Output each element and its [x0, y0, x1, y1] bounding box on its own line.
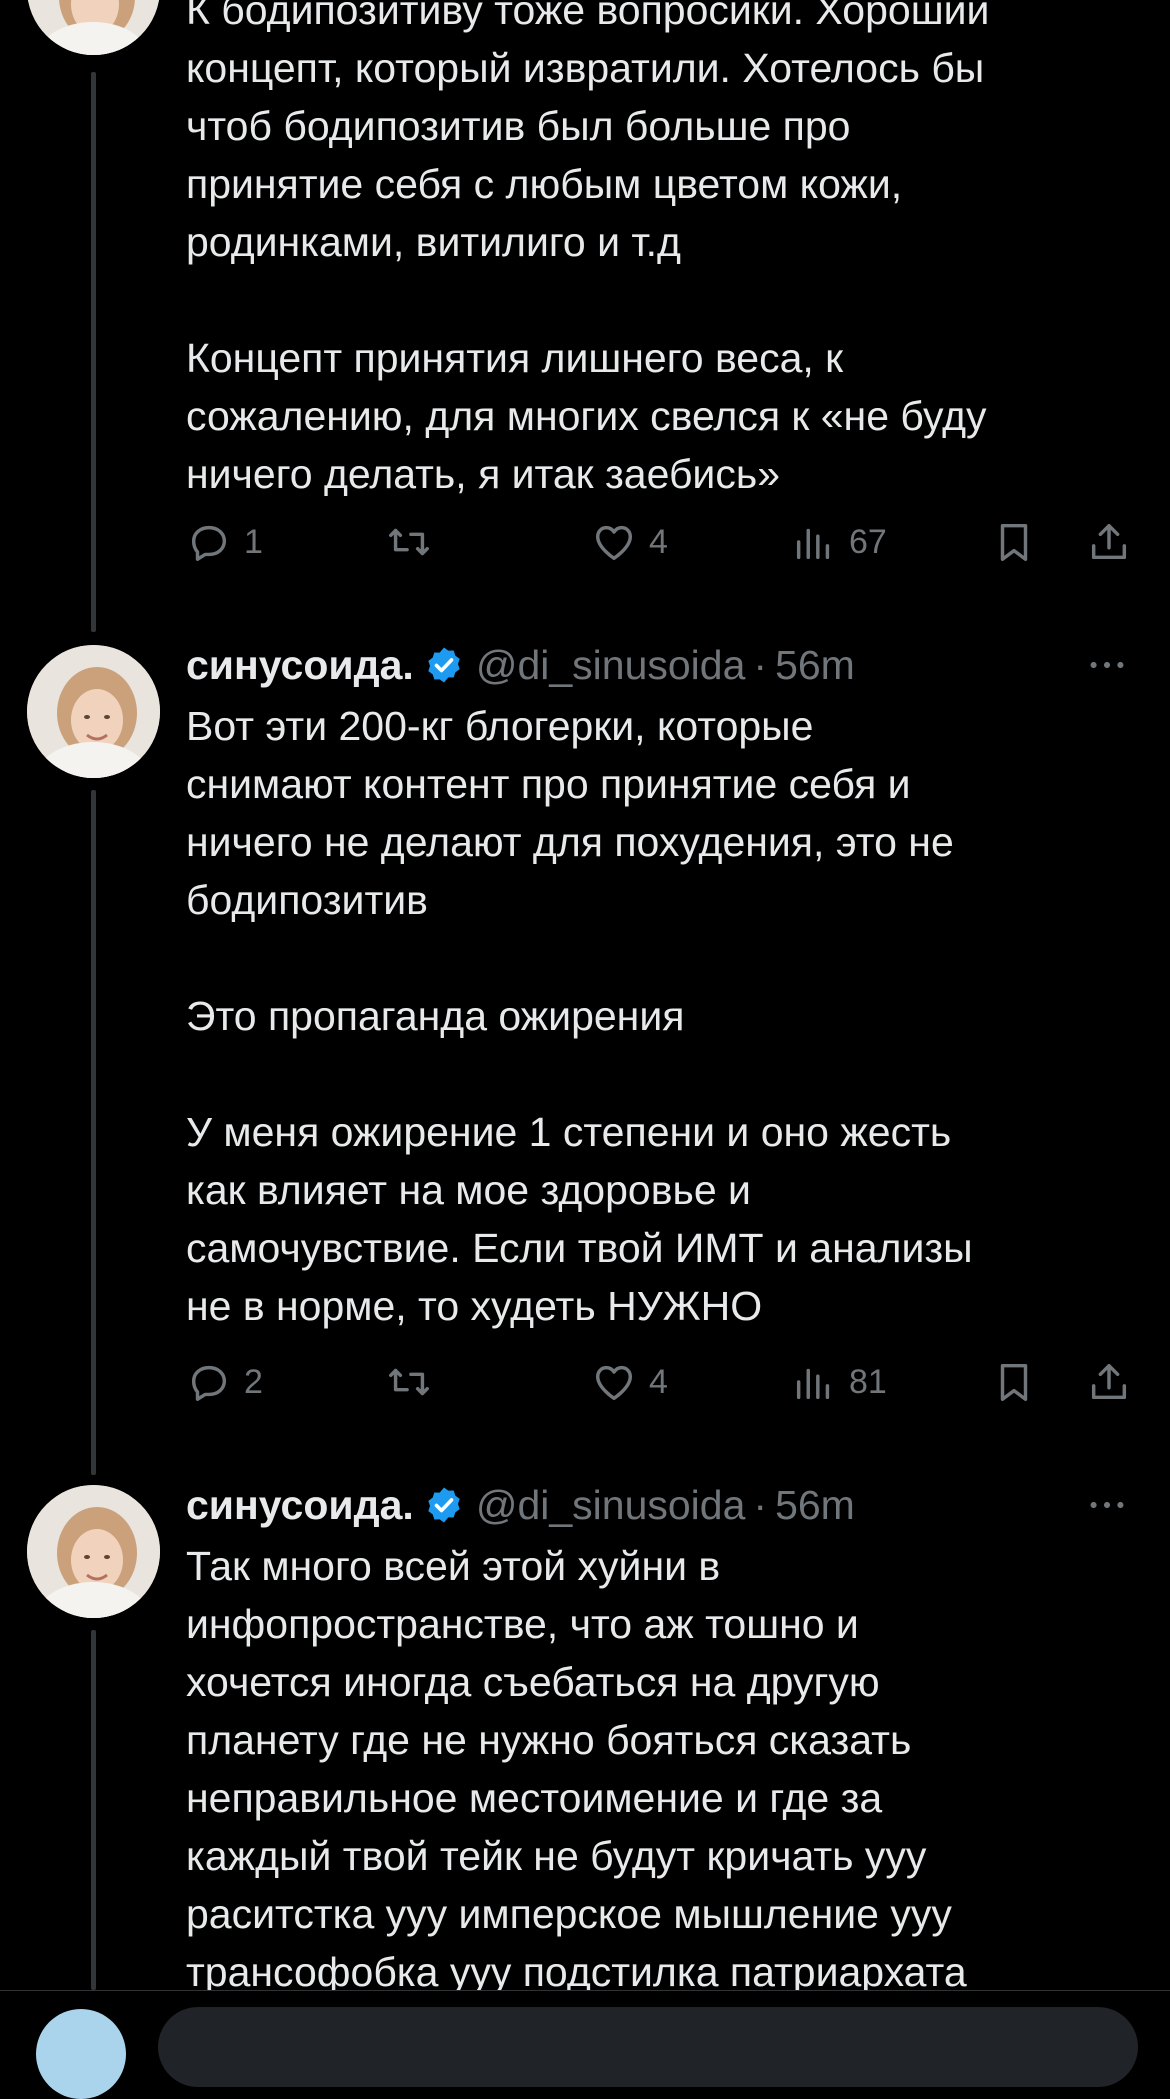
share-icon [1091, 1363, 1127, 1400]
reply-count: 1 [244, 522, 263, 561]
like-count: 4 [649, 522, 668, 561]
like-button[interactable]: 4 [591, 1352, 668, 1412]
timestamp[interactable]: 56m [775, 1482, 855, 1529]
like-count: 4 [649, 1362, 668, 1401]
reply-bar [0, 1990, 1170, 2099]
thread-line [91, 1630, 96, 1990]
separator: · [753, 1481, 768, 1528]
avatar[interactable] [27, 1485, 160, 1618]
like-button[interactable]: 4 [591, 512, 668, 572]
tweet-text: Вот эти 200-кг блогерки, которые снимают… [186, 703, 973, 1329]
avatar[interactable] [27, 0, 160, 55]
more-icon [1090, 661, 1124, 669]
bookmark-button[interactable] [991, 1352, 1037, 1412]
views-button[interactable]: 67 [791, 512, 887, 572]
views-count: 67 [849, 522, 887, 561]
thread-line [91, 72, 96, 632]
more-button[interactable] [1084, 1476, 1130, 1534]
share-button[interactable] [1086, 512, 1132, 572]
more-icon [1090, 1501, 1124, 1509]
handle[interactable]: @di_sinusoida [476, 642, 746, 689]
separator: · [753, 641, 768, 688]
timestamp[interactable]: 56m [775, 642, 855, 689]
reply-input[interactable] [158, 2007, 1138, 2087]
retweet-button[interactable] [386, 1352, 432, 1412]
like-icon [595, 1365, 633, 1401]
verified-badge-icon [428, 1487, 460, 1523]
tweet-actions: 2 4 81 [186, 1352, 1140, 1412]
tweet-header: синусоида. @di_sinusoida · 56m [186, 636, 1130, 694]
reply-icon [191, 1365, 227, 1401]
tweet-text: Так много всей этой хуйни в инфопростран… [186, 1543, 967, 1995]
retweet-button[interactable] [386, 512, 432, 572]
views-button[interactable]: 81 [791, 1352, 887, 1412]
share-icon [1091, 523, 1127, 560]
reply-button[interactable]: 1 [186, 512, 263, 572]
reply-icon [191, 525, 227, 561]
verified-badge-icon [428, 647, 460, 683]
avatar[interactable] [36, 2009, 126, 2099]
bookmark-icon [1000, 1363, 1028, 1401]
more-button[interactable] [1084, 636, 1130, 694]
share-button[interactable] [1086, 1352, 1132, 1412]
thread-line [91, 790, 96, 1475]
views-icon [796, 528, 830, 560]
avatar[interactable] [27, 645, 160, 778]
views-count: 81 [849, 1362, 887, 1401]
display-name[interactable]: синусоида. [186, 1482, 414, 1529]
retweet-icon [389, 1368, 429, 1396]
like-icon [595, 525, 633, 561]
tweet-header: синусоида. @di_sinusoida · 56m [186, 1476, 1130, 1534]
bookmark-icon [1000, 523, 1028, 561]
views-icon [796, 1368, 830, 1400]
tweet-text: К бодипозитиву тоже вопросики. Хороший к… [186, 0, 990, 497]
display-name[interactable]: синусоида. [186, 642, 414, 689]
bookmark-button[interactable] [991, 512, 1037, 572]
handle[interactable]: @di_sinusoida [476, 1482, 746, 1529]
reply-count: 2 [244, 1362, 263, 1401]
reply-button[interactable]: 2 [186, 1352, 263, 1412]
tweet-actions: 1 4 67 [186, 512, 1140, 572]
retweet-icon [389, 528, 429, 556]
